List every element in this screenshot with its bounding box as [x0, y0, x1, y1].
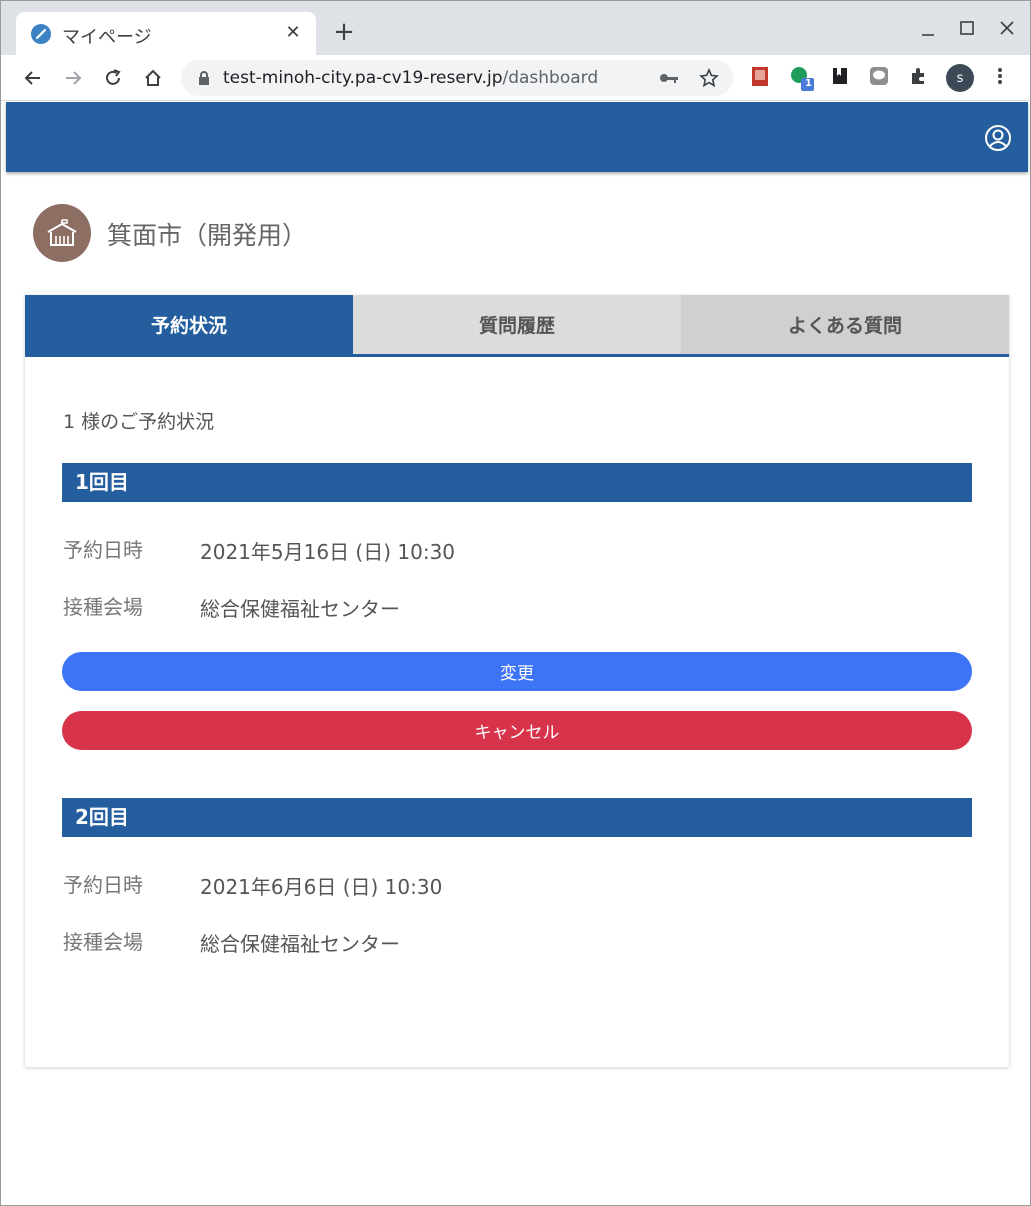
tab-bar: 予約状況 質問履歴 よくある質問 — [25, 295, 1009, 357]
forward-arrow-icon[interactable] — [58, 63, 88, 93]
minimize-icon[interactable] — [915, 15, 941, 41]
url-text: test-minoh-city.pa-cv19-reserv.jp/dashbo… — [223, 68, 598, 88]
tab-title: マイページ — [62, 27, 152, 48]
kebab-menu-icon[interactable] — [989, 65, 1013, 89]
browser-window: マイページ ✕ + test-minoh-city.pa-cv19-reserv… — [0, 0, 1031, 1206]
tab-faq[interactable]: よくある質問 — [681, 295, 1009, 354]
reservation-1-date-label: 予約日時 — [63, 538, 143, 562]
reservation-1-header: 1回目 — [62, 463, 972, 502]
back-arrow-icon[interactable] — [18, 63, 48, 93]
school-icon — [33, 204, 91, 262]
new-tab-button[interactable]: + — [331, 19, 357, 45]
greeting-text: 1 様のご予約状況 — [63, 411, 215, 433]
reservation-card: 予約状況 質問履歴 よくある質問 1 様のご予約状況 1回目 予約日時 2021… — [25, 295, 1009, 1067]
profile-avatar[interactable]: s — [946, 64, 974, 92]
app-header — [6, 102, 1028, 172]
line-extension-icon[interactable] — [868, 65, 892, 89]
address-bar[interactable]: test-minoh-city.pa-cv19-reserv.jp/dashbo… — [181, 60, 733, 96]
reload-icon[interactable] — [98, 63, 128, 93]
home-icon[interactable] — [138, 63, 168, 93]
cancel-button[interactable]: キャンセル — [62, 711, 972, 750]
puzzle-extensions-icon[interactable] — [908, 65, 932, 89]
tab-reservation-status[interactable]: 予約状況 — [25, 295, 353, 354]
org-name: 箕面市（開発用） — [107, 221, 308, 250]
window-close-icon[interactable] — [994, 15, 1020, 41]
browser-tab[interactable]: マイページ ✕ — [16, 12, 316, 55]
reservation-1-venue-label: 接種会場 — [63, 595, 143, 619]
pdf-extension-icon[interactable] — [749, 65, 773, 89]
maximize-icon[interactable] — [954, 15, 980, 41]
bookmark-extension-icon[interactable] — [829, 65, 853, 89]
extension-badge: 1 — [805, 78, 812, 89]
browser-tabstrip: マイページ ✕ + — [1, 1, 1030, 55]
tab-question-history[interactable]: 質問履歴 — [353, 295, 681, 354]
star-icon[interactable] — [699, 68, 719, 92]
url-host: test-minoh-city.pa-cv19-reserv.jp — [223, 68, 503, 88]
url-path: /dashboard — [502, 68, 599, 88]
account-circle-icon[interactable] — [984, 124, 1012, 152]
browser-toolbar: test-minoh-city.pa-cv19-reserv.jp/dashbo… — [1, 55, 1030, 101]
reservation-1-venue-value: 総合保健福祉センター — [200, 597, 400, 621]
lock-icon — [197, 70, 211, 90]
change-button[interactable]: 変更 — [62, 652, 972, 691]
green-extension-icon[interactable]: 1 — [789, 65, 814, 91]
syringe-icon — [31, 24, 51, 44]
reservation-1-date-value: 2021年5月16日 (日) 10:30 — [200, 540, 456, 564]
key-icon[interactable] — [659, 70, 679, 90]
reservation-2-header: 2回目 — [62, 798, 972, 837]
reservation-2-date-label: 予約日時 — [63, 873, 143, 897]
tab-close-icon[interactable]: ✕ — [282, 22, 304, 44]
reservation-2-venue-label: 接種会場 — [63, 930, 143, 954]
reservation-2-venue-value: 総合保健福祉センター — [200, 932, 400, 956]
reservation-2-date-value: 2021年6月6日 (日) 10:30 — [200, 875, 443, 899]
